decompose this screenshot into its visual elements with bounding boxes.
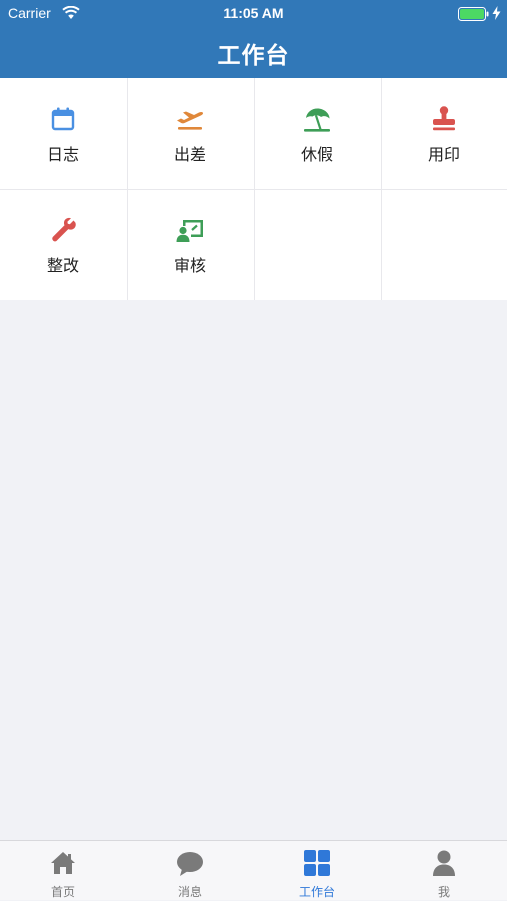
grid-item-label: 出差 xyxy=(173,145,206,164)
grid-item-label: 整改 xyxy=(46,256,79,275)
tab-label: 工作台 xyxy=(298,885,335,899)
charging-icon xyxy=(492,6,501,20)
battery-icon xyxy=(458,7,489,21)
page-title: 工作台 xyxy=(217,43,290,69)
tab-me[interactable]: 我 xyxy=(381,841,507,901)
presentation-user-icon xyxy=(176,220,203,242)
grid-item-leave[interactable]: 休假 xyxy=(254,78,380,188)
grid-item-label: 审核 xyxy=(173,256,206,275)
tab-bar: 首页 消息 工作台 我 xyxy=(0,840,507,900)
airplane-takeoff-icon xyxy=(177,111,204,130)
grid-icon xyxy=(304,850,330,876)
header: Carrier 11:05 AM 工作台 xyxy=(0,0,507,78)
calendar-icon xyxy=(51,107,75,131)
grid-item-label: 休假 xyxy=(300,145,333,164)
user-icon xyxy=(433,850,455,876)
tab-workbench[interactable]: 工作台 xyxy=(254,841,380,901)
beach-umbrella-icon xyxy=(304,108,330,132)
home-icon xyxy=(51,852,75,874)
grid-item-seal[interactable]: 用印 xyxy=(381,78,507,188)
grid-item-rectification[interactable]: 整改 xyxy=(0,189,126,299)
function-grid: 日志 出差 休假 用印 整改 审核 xyxy=(0,78,507,300)
grid-item-label: 用印 xyxy=(427,145,460,164)
grid-item-log[interactable]: 日志 xyxy=(0,78,126,188)
grid-item-business-trip[interactable]: 出差 xyxy=(127,78,253,188)
grid-empty-cell xyxy=(381,189,507,299)
tab-label: 首页 xyxy=(50,885,75,899)
tab-label: 我 xyxy=(437,885,450,899)
stamp-icon xyxy=(433,106,455,131)
chat-bubble-icon xyxy=(177,852,203,876)
wrench-icon xyxy=(52,217,76,242)
grid-item-review[interactable]: 审核 xyxy=(127,189,253,299)
tab-label: 消息 xyxy=(177,885,202,899)
grid-empty-cell xyxy=(254,189,380,299)
tab-messages[interactable]: 消息 xyxy=(127,841,253,901)
status-bar: Carrier 11:05 AM xyxy=(0,0,507,28)
tab-home[interactable]: 首页 xyxy=(0,841,126,901)
status-time: 11:05 AM xyxy=(223,5,284,21)
grid-item-label: 日志 xyxy=(46,145,79,164)
